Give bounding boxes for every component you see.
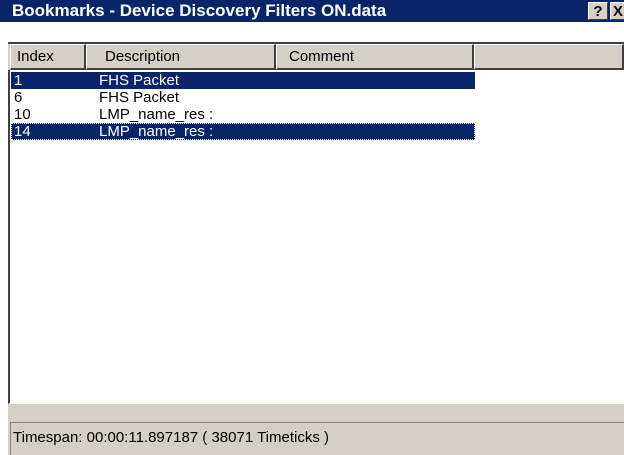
list-item[interactable]: 1 FHS Packet xyxy=(11,72,475,89)
row-description: LMP_name_res : xyxy=(99,106,214,123)
title-bar[interactable]: Bookmarks - Device Discovery Filters ON.… xyxy=(0,0,624,22)
column-header-filler xyxy=(474,44,624,70)
row-index: 14 xyxy=(14,123,31,140)
window-title: Bookmarks - Device Discovery Filters ON.… xyxy=(12,1,387,20)
status-bar: Timespan: 00:00:11.897187 ( 38071 Timeti… xyxy=(8,404,624,455)
column-header-comment[interactable]: Comment xyxy=(276,44,474,70)
list-item[interactable]: 14 LMP_name_res : xyxy=(11,123,475,140)
row-index: 10 xyxy=(14,106,31,123)
row-description: FHS Packet xyxy=(99,89,180,106)
row-description: LMP_name_res : xyxy=(99,123,214,140)
list-item[interactable]: 10 LMP_name_res : xyxy=(11,106,475,123)
column-header-index[interactable]: Index xyxy=(10,44,86,70)
help-button[interactable]: ? xyxy=(588,2,608,20)
list-rows: 1 FHS Packet 6 FHS Packet 10 LMP_name_re… xyxy=(11,72,475,140)
row-description: FHS Packet xyxy=(99,72,180,89)
close-button[interactable]: X xyxy=(610,2,624,20)
column-header-description[interactable]: Description xyxy=(86,44,276,70)
timespan-status: Timespan: 00:00:11.897187 ( 38071 Timeti… xyxy=(10,422,624,455)
close-icon: X xyxy=(613,3,624,20)
row-index: 6 xyxy=(14,89,23,106)
help-icon: ? xyxy=(593,3,603,20)
list-header: Index Description Comment xyxy=(8,44,624,70)
list-item[interactable]: 6 FHS Packet xyxy=(11,89,475,106)
row-index: 1 xyxy=(14,72,23,89)
